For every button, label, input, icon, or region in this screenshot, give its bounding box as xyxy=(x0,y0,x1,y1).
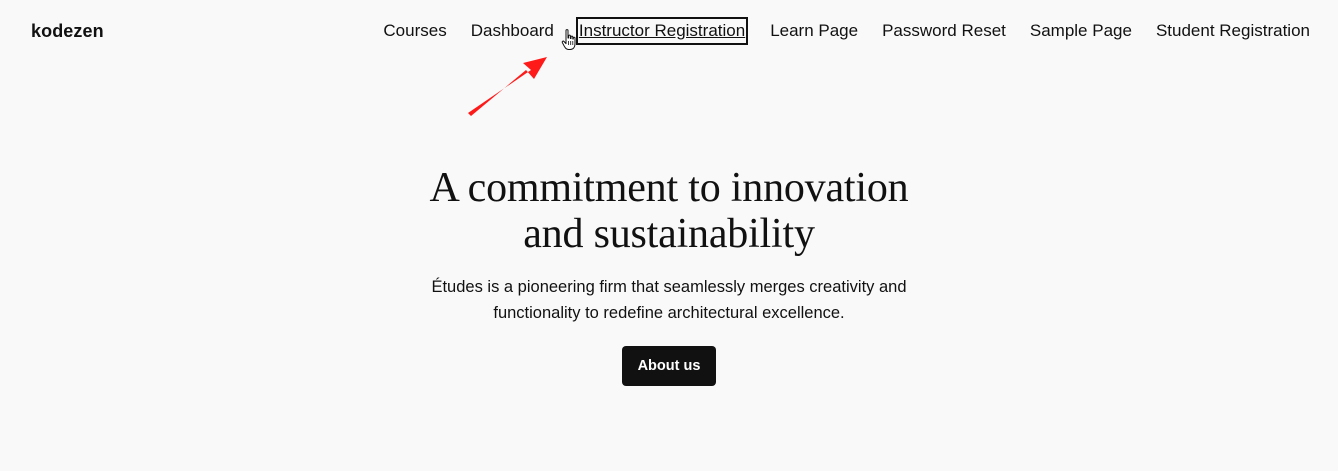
nav-link-dashboard[interactable]: Dashboard xyxy=(471,19,554,43)
nav-link-learn-page[interactable]: Learn Page xyxy=(770,19,858,43)
about-us-button[interactable]: About us xyxy=(621,346,717,386)
site-header: kodezen Courses Dashboard Instructor Reg… xyxy=(0,0,1338,62)
hero-description-line-1: Études is a pioneering firm that seamles… xyxy=(431,278,907,296)
site-title[interactable]: kodezen xyxy=(31,19,104,43)
nav-link-password-reset[interactable]: Password Reset xyxy=(882,19,1006,43)
annotation-arrow-icon xyxy=(468,57,547,116)
hero-section: A commitment to innovation and sustainab… xyxy=(0,165,1338,386)
hand-pointer-icon xyxy=(561,29,576,50)
primary-navigation: Courses Dashboard Instructor Registratio… xyxy=(383,17,1310,45)
hero-heading-line-2: and sustainability xyxy=(523,211,815,257)
nav-link-courses[interactable]: Courses xyxy=(383,19,446,43)
hero-description: Études is a pioneering firm that seamles… xyxy=(399,274,939,326)
nav-link-sample-page[interactable]: Sample Page xyxy=(1030,19,1132,43)
nav-link-student-registration[interactable]: Student Registration xyxy=(1156,19,1310,43)
hero-description-line-2: functionality to redefine architectural … xyxy=(493,304,845,322)
hero-heading-line-1: A commitment to innovation xyxy=(429,165,909,211)
hero-heading: A commitment to innovation and sustainab… xyxy=(389,165,949,257)
nav-link-instructor-registration[interactable]: Instructor Registration xyxy=(575,17,749,45)
